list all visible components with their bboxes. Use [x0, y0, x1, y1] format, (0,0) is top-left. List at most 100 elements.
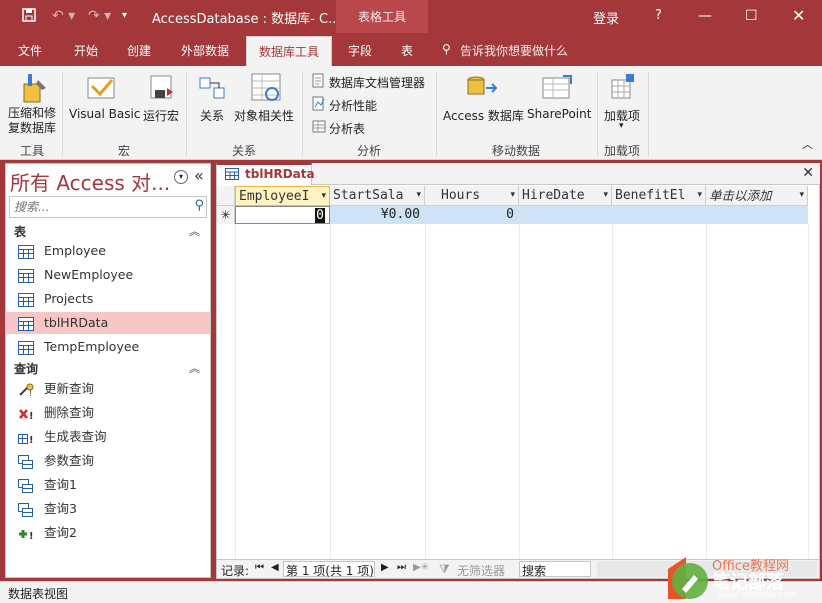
column-dropdown-icon[interactable]: ▾	[321, 187, 326, 205]
tab-home[interactable]: 开始	[74, 42, 98, 59]
shutter-bar-collapse-icon[interactable]: «	[194, 166, 204, 185]
svg-text:!: !	[29, 435, 34, 445]
chevron-up-icon[interactable]: ︽	[189, 360, 200, 376]
nav-section-label: 查询	[14, 362, 39, 376]
nav-pane-title[interactable]: 所有 Access 对...	[10, 167, 170, 196]
database-documenter-button[interactable]: 数据库文档管理器	[329, 74, 425, 91]
nav-item-make-table-query[interactable]: ! 生成表查询	[6, 426, 210, 448]
column-dropdown-icon[interactable]: ▾	[510, 186, 515, 205]
context-tab-label: 表格工具	[357, 10, 406, 24]
close-document-icon[interactable]: ✕	[802, 165, 814, 181]
column-dropdown-icon[interactable]: ▾	[799, 186, 804, 205]
tab-file[interactable]: 文件	[18, 42, 42, 59]
nav-item-tempemployee[interactable]: TempEmployee	[6, 336, 210, 358]
svg-text:!: !	[29, 411, 34, 421]
nav-item-newemployee[interactable]: NewEmployee	[6, 264, 210, 286]
ribbon: 压缩和修 复数据库 工具 Visual Basic 运行宏 宏 关系 对象相关性 …	[0, 66, 822, 160]
record-search-input[interactable]: 搜索	[519, 561, 591, 578]
tab-external-data[interactable]: 外部数据	[181, 42, 229, 59]
group-add-ins-label: 加载项	[604, 144, 641, 158]
cell-hours[interactable]: 0	[425, 206, 519, 224]
new-record-icon[interactable]: ▶✳	[413, 562, 429, 573]
nav-section-tables[interactable]: 表 ︽	[6, 221, 210, 241]
visual-basic-button[interactable]: Visual Basic	[69, 107, 140, 121]
relationships-button[interactable]: 关系	[200, 107, 224, 124]
sharepoint-icon	[541, 74, 573, 105]
collapse-ribbon-icon[interactable]: ︿	[802, 136, 813, 152]
document-tab-tblhrdata[interactable]: tblHRData	[216, 163, 315, 185]
chevron-up-icon[interactable]: ︽	[189, 223, 200, 239]
sharepoint-button[interactable]: SharePoint	[527, 107, 591, 121]
column-header-label: 单击以添加	[709, 188, 772, 203]
nav-item-query3[interactable]: 查询3	[6, 498, 210, 520]
save-icon[interactable]	[22, 8, 36, 26]
column-dropdown-icon[interactable]: ▾	[603, 186, 608, 205]
nav-item-update-query[interactable]: ! 更新查询	[6, 378, 210, 400]
grid-line	[425, 224, 426, 559]
column-dropdown-icon[interactable]: ▾	[697, 186, 702, 205]
nav-item-delete-query[interactable]: ! 删除查询	[6, 402, 210, 424]
nav-item-parameter-query[interactable]: 参数查询	[6, 450, 210, 472]
access-database-button[interactable]: Access 数据库	[443, 107, 524, 124]
view-status-text: 数据表视图	[8, 587, 69, 601]
grid-line	[235, 224, 236, 559]
tab-create[interactable]: 创建	[127, 42, 151, 59]
login-link[interactable]: 登录	[593, 8, 619, 27]
record-position-input[interactable]: 第 1 项(共 1 项)	[283, 561, 375, 578]
tab-table[interactable]: 表	[401, 42, 413, 59]
column-header-benefitelig[interactable]: BenefitEl ▾	[612, 186, 706, 206]
nav-menu-dropdown-icon[interactable]: ▾	[174, 170, 188, 184]
nav-item-label: NewEmployee	[44, 267, 134, 282]
table-icon	[225, 168, 239, 183]
column-header-employeeid[interactable]: EmployeeI ▾	[235, 186, 330, 206]
cell-hiredate[interactable]	[519, 206, 612, 224]
analyze-table-button[interactable]: 分析表	[329, 120, 365, 137]
object-dependencies-button[interactable]: 对象相关性	[234, 107, 294, 124]
search-icon[interactable]: ⚲	[194, 198, 204, 213]
new-record-selector[interactable]: ✳	[217, 206, 235, 224]
tab-database-tools[interactable]: 数据库工具	[246, 36, 333, 66]
nav-section-queries[interactable]: 查询 ︽	[6, 358, 210, 378]
select-all-corner[interactable]	[217, 186, 235, 206]
minimize-icon[interactable]: —	[698, 8, 712, 24]
column-dropdown-icon[interactable]: ▾	[416, 186, 421, 205]
nav-search-input[interactable]	[14, 198, 184, 216]
column-header-startsalary[interactable]: StartSala ▾	[330, 186, 425, 206]
column-header-hiredate[interactable]: HireDate ▾	[519, 186, 612, 206]
next-record-icon[interactable]: ▶	[381, 562, 389, 573]
nav-item-tblhrdata[interactable]: tblHRData	[6, 312, 210, 334]
add-ins-dropdown-icon[interactable]: ▾	[619, 121, 624, 131]
analyze-performance-button[interactable]: 分析性能	[329, 97, 377, 114]
close-window-icon[interactable]: ✕	[792, 8, 805, 24]
cell-click-to-add[interactable]	[706, 206, 808, 224]
cell-benefitelig[interactable]	[612, 206, 706, 224]
first-record-icon[interactable]: ⏮	[255, 562, 264, 573]
tab-fields[interactable]: 字段	[348, 42, 372, 59]
cell-startsalary[interactable]: ¥0.00	[330, 206, 425, 224]
last-record-icon[interactable]: ⏭	[397, 562, 406, 573]
undo-icon[interactable]: ↶ ▾	[52, 8, 75, 24]
redo-icon[interactable]: ↷ ▾	[88, 8, 111, 24]
column-header-label: Hours	[441, 188, 481, 203]
ribbon-tabs: 文件 开始 创建 外部数据 数据库工具 字段 表 ⚲ 告诉我你想要做什么	[0, 33, 822, 66]
nav-item-label: Employee	[44, 243, 106, 258]
column-header-click-to-add[interactable]: 单击以添加 ▾	[706, 186, 808, 206]
tell-me-icon[interactable]: ⚲	[442, 42, 451, 56]
column-header-hours[interactable]: Hours ▾	[425, 186, 519, 206]
maximize-icon[interactable]: ☐	[745, 8, 758, 24]
run-macro-icon	[147, 74, 175, 105]
column-header-label: StartSala	[333, 188, 404, 203]
nav-item-projects[interactable]: Projects	[6, 288, 210, 310]
no-filter-indicator[interactable]: 无筛选器	[457, 562, 505, 579]
run-macro-button[interactable]: 运行宏	[143, 107, 179, 124]
cell-employeeid[interactable]: 0	[235, 206, 330, 224]
nav-item-query2[interactable]: ! 查询2	[6, 522, 210, 544]
datasheet-grid: EmployeeI ▾ StartSala ▾ Hours ▾ HireDate ▾ B…	[216, 185, 820, 559]
help-button[interactable]: ?	[655, 8, 662, 23]
tell-me-box[interactable]: 告诉我你想要做什么	[460, 42, 568, 59]
compact-repair-button[interactable]: 压缩和修 复数据库	[8, 106, 56, 136]
nav-item-employee[interactable]: Employee	[6, 240, 210, 262]
prev-record-icon[interactable]: ◀	[271, 562, 279, 573]
customize-qat-icon[interactable]: ▾	[122, 8, 127, 24]
nav-item-query1[interactable]: 查询1	[6, 474, 210, 496]
